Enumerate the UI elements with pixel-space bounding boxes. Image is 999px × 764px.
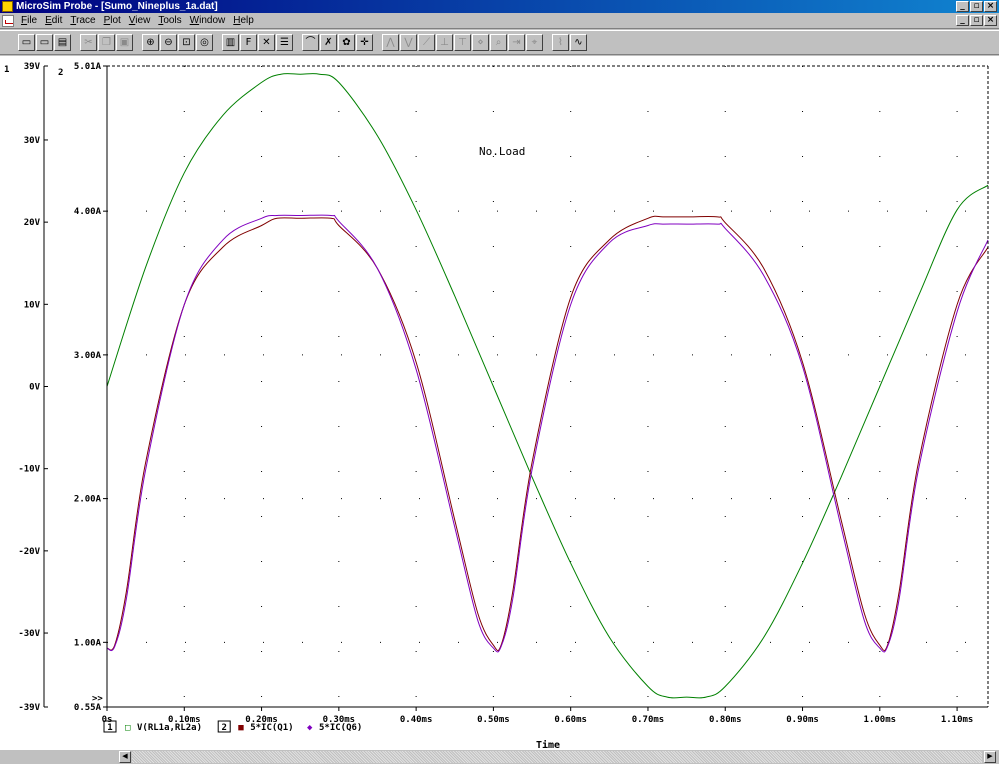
add-trace-icon[interactable]: ⌒ bbox=[302, 34, 319, 51]
legend-marker-0: □ bbox=[125, 723, 131, 733]
x-tick-label: 0.80ms bbox=[709, 715, 742, 725]
plot-area[interactable]: -39V -30V -20V -10V 0V 10V 20V 30V 39V 0.55A 1.00A… bbox=[0, 56, 999, 750]
open-icon[interactable]: ▭ bbox=[18, 34, 35, 51]
horizontal-scrollbar[interactable]: ◀ ▶ bbox=[0, 750, 999, 764]
axis-1-label: 1 bbox=[4, 65, 9, 75]
zoom-in-icon[interactable]: ⊕ bbox=[142, 34, 159, 51]
text-label-icon[interactable]: ∿ bbox=[570, 34, 587, 51]
remove-trace-icon[interactable]: ✗ bbox=[320, 34, 337, 51]
cursor-icon[interactable]: ✛ bbox=[356, 34, 373, 51]
axis-1-tick-label: -10V bbox=[18, 465, 40, 475]
axis-1-tick-label: 20V bbox=[24, 218, 41, 228]
paste-icon[interactable]: ▣ bbox=[116, 34, 133, 51]
legend-marker-1: ■ bbox=[238, 723, 244, 733]
window-title: MicroSim Probe - [Sumo_Nineplus_1a.dat] bbox=[16, 1, 218, 12]
x-tick-label: 0.50ms bbox=[477, 715, 510, 725]
axis-1-tick-label: -30V bbox=[18, 629, 40, 639]
color-icon[interactable]: ✿ bbox=[338, 34, 355, 51]
axis-2-tick-label: 4.00A bbox=[74, 207, 102, 217]
axis-1-tick-label: 0V bbox=[29, 383, 40, 393]
close-button[interactable]: × bbox=[984, 1, 997, 12]
append-icon[interactable]: ▭ bbox=[36, 34, 53, 51]
copy-icon[interactable]: ❐ bbox=[98, 34, 115, 51]
axis-1-tick-label: 10V bbox=[24, 300, 41, 310]
cursor-point-icon[interactable]: ⋄ bbox=[472, 34, 489, 51]
plot-annotation: No.Load bbox=[479, 145, 525, 158]
window-controls: _ ▫ × bbox=[956, 1, 997, 12]
series-line-1 bbox=[106, 215, 989, 652]
cursor-min-icon[interactable]: ⊥ bbox=[436, 34, 453, 51]
legend-axis-2: 2 bbox=[221, 723, 226, 733]
menu-edit[interactable]: Edit bbox=[41, 15, 66, 26]
axis-2-tick-label: 5.01A bbox=[74, 62, 102, 72]
scroll-left-icon[interactable]: ◀ bbox=[119, 751, 131, 763]
zoom-out-icon[interactable]: ⊖ bbox=[160, 34, 177, 51]
axis-2-tick-label: 3.00A bbox=[74, 351, 102, 361]
legend-marker-2: ◆ bbox=[307, 723, 313, 733]
legend: 1 □ V(RL1a,RL2a) 2 ■ 5*IC(Q1) ◆ 5*IC(Q6) bbox=[103, 720, 362, 733]
zoom-area-icon[interactable]: ⊡ bbox=[178, 34, 195, 51]
performance-icon[interactable]: ✕ bbox=[258, 34, 275, 51]
axis-1-tick-label: 30V bbox=[24, 136, 41, 146]
minimize-button[interactable]: _ bbox=[956, 1, 969, 12]
x-tick-label: 1.00ms bbox=[864, 715, 897, 725]
cursor-mark-icon[interactable]: ⌖ bbox=[526, 34, 543, 51]
zoom-fit-icon[interactable]: ◎ bbox=[196, 34, 213, 51]
axis-2-tick-label: 2.00A bbox=[74, 495, 102, 505]
cursor-slope-icon[interactable]: ⟋ bbox=[418, 34, 435, 51]
title-bar: MicroSim Probe - [Sumo_Nineplus_1a.dat] … bbox=[0, 0, 999, 13]
x-tick-label: 0.40ms bbox=[400, 715, 433, 725]
cursor-peak-icon[interactable]: ⋀ bbox=[382, 34, 399, 51]
doc-minimize-button[interactable]: _ bbox=[956, 15, 969, 26]
maximize-button[interactable]: ▫ bbox=[970, 1, 983, 12]
scroll-right-icon[interactable]: ▶ bbox=[984, 751, 996, 763]
x-tick-label: 0.60ms bbox=[554, 715, 587, 725]
menu-tools[interactable]: Tools bbox=[154, 15, 185, 26]
app-icon bbox=[2, 1, 13, 12]
menu-window[interactable]: Window bbox=[186, 15, 230, 26]
legend-label-2: 5*IC(Q6) bbox=[319, 723, 362, 733]
cursor-max-icon[interactable]: ⊤ bbox=[454, 34, 471, 51]
menu-bar: File Edit Trace Plot View Tools Window H… bbox=[0, 13, 999, 29]
series-line-2 bbox=[106, 214, 989, 653]
x-axis-label: Time bbox=[536, 739, 560, 750]
fourier-icon[interactable]: F bbox=[240, 34, 257, 51]
legend-label-1: 5*IC(Q1) bbox=[250, 723, 293, 733]
menu-trace[interactable]: Trace bbox=[66, 15, 99, 26]
axis-1-tick-label: 39V bbox=[24, 62, 41, 72]
cursor-trough-icon[interactable]: ⋁ bbox=[400, 34, 417, 51]
eval-icon[interactable]: ☰ bbox=[276, 34, 293, 51]
x-tick-label: 0.70ms bbox=[632, 715, 665, 725]
cursor-next-icon[interactable]: ⇥ bbox=[508, 34, 525, 51]
menu-help[interactable]: Help bbox=[229, 15, 258, 26]
print-icon[interactable]: ▤ bbox=[54, 34, 71, 51]
plot-canvas[interactable]: -39V -30V -20V -10V 0V 10V 20V 30V 39V 0.55A 1.00A… bbox=[0, 56, 999, 750]
legend-label-0: V(RL1a,RL2a) bbox=[137, 723, 202, 733]
axis-2-tick-label: 0.55A bbox=[74, 703, 102, 713]
axis-1-tick-label: -20V bbox=[18, 547, 40, 557]
overflow-marker[interactable]: >> bbox=[92, 694, 103, 704]
legend-axis-1: 1 bbox=[107, 723, 112, 733]
cursor-search-icon[interactable]: ⌕ bbox=[490, 34, 507, 51]
axis-2-label: 2 bbox=[58, 68, 63, 78]
scroll-track[interactable] bbox=[132, 751, 982, 763]
doc-close-button[interactable]: × bbox=[984, 15, 997, 26]
x-tick-label: 0.90ms bbox=[786, 715, 819, 725]
cut-icon[interactable]: ✂ bbox=[80, 34, 97, 51]
axis-2-tick-label: 1.00A bbox=[74, 638, 102, 648]
doc-restore-button[interactable]: ▫ bbox=[970, 15, 983, 26]
menu-file[interactable]: File bbox=[17, 15, 41, 26]
axis-1-tick-label: -39V bbox=[18, 703, 40, 713]
x-tick-label: 1.10ms bbox=[941, 715, 974, 725]
document-controls: _ ▫ × bbox=[956, 15, 997, 26]
menu-plot[interactable]: Plot bbox=[100, 15, 125, 26]
document-icon[interactable] bbox=[2, 14, 14, 27]
menu-view[interactable]: View bbox=[125, 15, 155, 26]
mark-label-icon[interactable]: ⌇ bbox=[552, 34, 569, 51]
log-x-icon[interactable]: ▥ bbox=[222, 34, 239, 51]
toolbar: ▭ ▭ ▤ ✂ ❐ ▣ ⊕ ⊖ ⊡ ◎ ▥ F ✕ ☰ ⌒ ✗ ✿ ✛ ⋀ ⋁ ⟋ ⊥ ⊤ ⋄ ⌕ ⇥ ⌖ ⌇ ∿ bbox=[0, 30, 999, 55]
